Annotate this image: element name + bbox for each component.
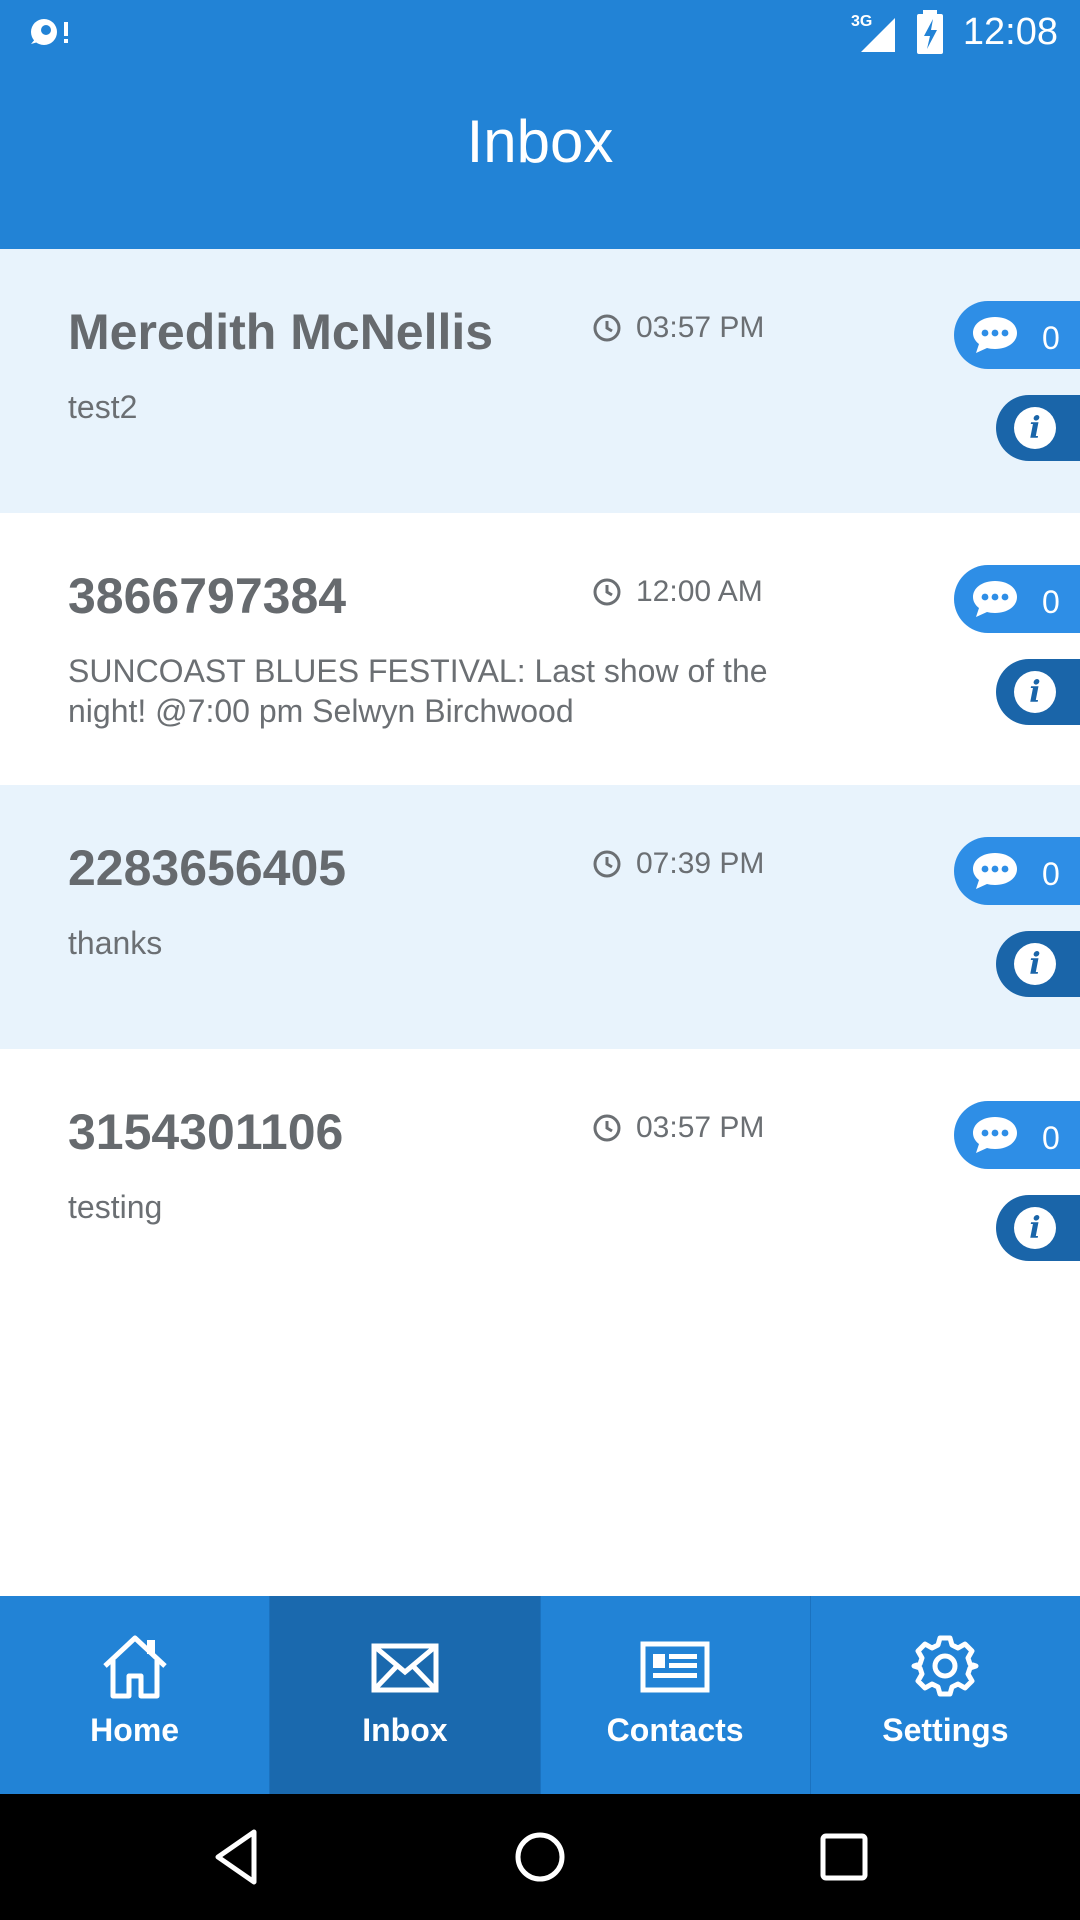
message-sender: 3866797384 xyxy=(68,568,347,624)
message-time: 03:57 PM xyxy=(592,1111,764,1145)
status-time: 12:08 xyxy=(962,10,1058,53)
message-preview: thanks xyxy=(68,925,163,961)
message-sender: Meredith McNellis xyxy=(68,304,494,360)
tab-settings[interactable]: Settings xyxy=(811,1596,1080,1794)
message-row[interactable]: 3154301106 03:57 PM testing 0 i xyxy=(0,1049,1080,1313)
reply-count-button[interactable]: 0 xyxy=(954,1101,1080,1169)
message-row[interactable]: 2283656405 07:39 PM thanks 0 i xyxy=(0,785,1080,1049)
reply-count: 0 xyxy=(1042,1119,1060,1156)
recents-square-icon[interactable] xyxy=(811,1824,877,1890)
message-time-label: 12:00 AM xyxy=(636,575,763,608)
gear-icon xyxy=(911,1635,979,1697)
tab-home[interactable]: Home xyxy=(0,1596,271,1794)
info-button[interactable]: i xyxy=(996,1195,1080,1261)
tab-inbox[interactable]: Inbox xyxy=(270,1596,541,1794)
home-circle-icon[interactable] xyxy=(507,1824,573,1890)
clock-icon xyxy=(593,578,621,606)
back-icon[interactable] xyxy=(204,1824,270,1890)
message-sender: 2283656405 xyxy=(68,840,347,896)
message-time-label: 07:39 PM xyxy=(636,847,765,880)
reply-count: 0 xyxy=(1042,319,1060,356)
svg-text:3G: 3G xyxy=(851,13,872,30)
clock-icon xyxy=(593,314,621,342)
info-button[interactable]: i xyxy=(996,931,1080,997)
message-time-label: 03:57 PM xyxy=(636,311,765,344)
signal-3g-icon: 3G xyxy=(851,13,895,52)
clock-icon xyxy=(593,1114,621,1142)
status-bar: 3G 12:08 xyxy=(0,0,1080,63)
message-time: 12:00 AM xyxy=(592,575,763,609)
notification-icon xyxy=(31,19,68,45)
home-icon xyxy=(102,1635,167,1699)
contact-card-icon xyxy=(640,1641,710,1693)
info-icon: i xyxy=(1014,671,1056,713)
envelope-icon xyxy=(371,1643,439,1693)
reply-count-button[interactable]: 0 xyxy=(954,837,1080,905)
message-time-label: 03:57 PM xyxy=(636,1111,765,1144)
info-icon: i xyxy=(1014,407,1056,449)
reply-count: 0 xyxy=(1042,855,1060,892)
info-icon: i xyxy=(1014,943,1056,985)
message-sender: 3154301106 xyxy=(68,1104,344,1160)
bottom-tab-bar: Home Inbox Contacts Settings xyxy=(0,1596,1080,1794)
info-button[interactable]: i xyxy=(996,395,1080,461)
message-list: Meredith McNellis 03:57 PM test2 0 i 386… xyxy=(0,249,1080,1313)
tab-label: Contacts xyxy=(606,1712,744,1748)
tab-contacts[interactable]: Contacts xyxy=(541,1596,811,1794)
tab-label: Settings xyxy=(882,1712,1009,1748)
reply-count: 0 xyxy=(1042,583,1060,620)
message-row[interactable]: Meredith McNellis 03:57 PM test2 0 i xyxy=(0,249,1080,513)
reply-count-button[interactable]: 0 xyxy=(954,565,1080,633)
app-bar: Inbox xyxy=(0,63,1080,249)
message-preview: testing xyxy=(68,1189,163,1225)
tab-label: Inbox xyxy=(362,1712,448,1748)
chat-bubble-icon xyxy=(973,581,1017,617)
chat-bubble-icon xyxy=(973,1117,1017,1153)
tab-label: Home xyxy=(90,1712,180,1748)
chat-bubble-icon xyxy=(973,853,1017,889)
message-preview: SUNCOAST BLUES FESTIVAL: Last show of th… xyxy=(68,653,768,729)
message-time: 03:57 PM xyxy=(592,311,764,345)
chat-bubble-icon xyxy=(973,317,1017,353)
message-row[interactable]: 3866797384 12:00 AM SUNCOAST BLUES FESTI… xyxy=(0,513,1080,785)
battery-charging-icon xyxy=(916,10,943,54)
info-icon: i xyxy=(1014,1207,1056,1249)
clock-icon xyxy=(593,850,621,878)
info-button[interactable]: i xyxy=(996,659,1080,725)
message-preview: test2 xyxy=(68,389,138,425)
system-nav-bar xyxy=(0,1794,1080,1920)
message-time: 07:39 PM xyxy=(592,847,764,881)
reply-count-button[interactable]: 0 xyxy=(954,301,1080,369)
page-title: Inbox xyxy=(466,107,614,175)
